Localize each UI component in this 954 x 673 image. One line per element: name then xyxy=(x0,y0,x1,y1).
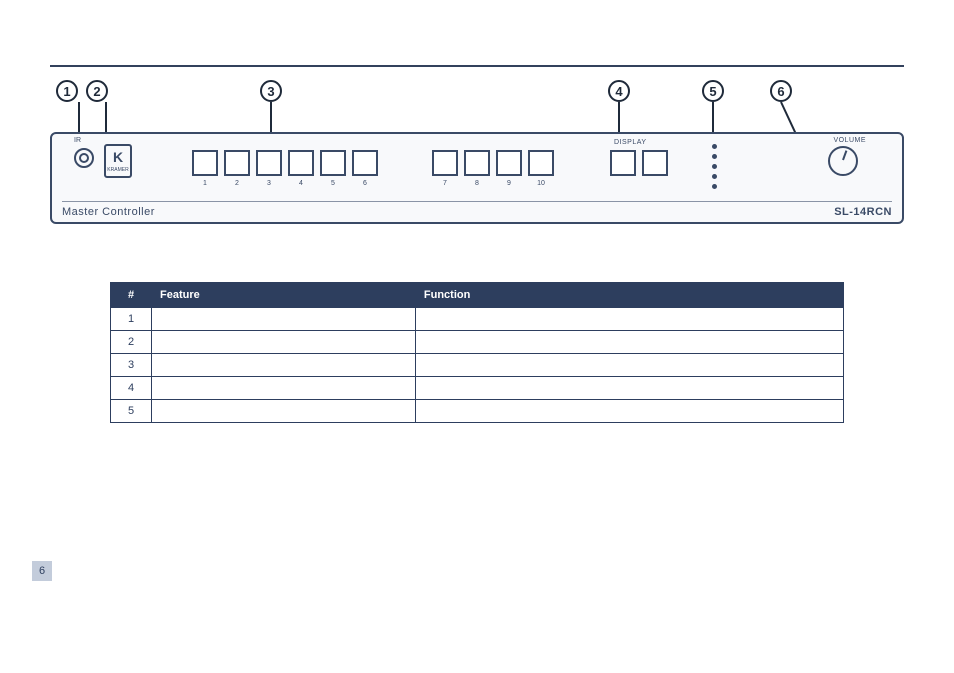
button-number: 6 xyxy=(352,180,378,187)
logo-letter: K xyxy=(113,149,123,165)
cell-function xyxy=(415,400,843,423)
panel-button[interactable] xyxy=(224,150,250,176)
panel-button[interactable] xyxy=(288,150,314,176)
table-row: 3 xyxy=(111,354,844,377)
display-button-group xyxy=(610,150,668,176)
button-number: 10 xyxy=(528,180,554,187)
callout-label: 6 xyxy=(777,84,784,99)
button-number: 5 xyxy=(320,180,346,187)
table-row: 1 xyxy=(111,308,844,331)
callout-5: 5 xyxy=(702,80,724,102)
cell-num: 1 xyxy=(111,308,152,331)
panel-button[interactable] xyxy=(496,150,522,176)
button-group-2 xyxy=(432,150,554,176)
button-number: 4 xyxy=(288,180,314,187)
led-icon xyxy=(712,154,717,159)
button-number: 2 xyxy=(224,180,250,187)
logo-sub: KRAMER xyxy=(106,168,130,173)
panel-button[interactable] xyxy=(432,150,458,176)
table-row: 2 xyxy=(111,331,844,354)
callout-label: 1 xyxy=(63,84,70,99)
volume-knob-icon[interactable] xyxy=(828,146,858,176)
ir-label: IR xyxy=(74,137,81,144)
callout-3: 3 xyxy=(260,80,282,102)
callout-1: 1 xyxy=(56,80,78,102)
callout-6: 6 xyxy=(770,80,792,102)
section-divider xyxy=(50,65,904,67)
cell-num: 4 xyxy=(111,377,152,400)
cell-num: 5 xyxy=(111,400,152,423)
volume-led-stack xyxy=(712,144,717,189)
device-panel: IR K KRAMER 1 2 3 4 5 6 xyxy=(50,132,904,224)
col-header-function: Function xyxy=(415,283,843,308)
led-icon xyxy=(712,184,717,189)
table-row: 4 xyxy=(111,377,844,400)
cell-num: 3 xyxy=(111,354,152,377)
panel-button[interactable] xyxy=(192,150,218,176)
led-icon xyxy=(712,164,717,169)
button-number: 3 xyxy=(256,180,282,187)
cell-function xyxy=(415,331,843,354)
col-header-num: # xyxy=(111,283,152,308)
cell-feature xyxy=(152,331,416,354)
feature-table: # Feature Function 1 2 3 4 xyxy=(110,282,844,423)
table-row: 5 xyxy=(111,400,844,423)
cell-feature xyxy=(152,377,416,400)
panel-rule xyxy=(62,201,892,202)
col-header-feature: Feature xyxy=(152,283,416,308)
panel-button[interactable] xyxy=(256,150,282,176)
volume-label: VOLUME xyxy=(833,137,866,144)
callout-label: 5 xyxy=(709,84,716,99)
button-number: 7 xyxy=(432,180,458,187)
panel-title-left: Master Controller xyxy=(62,206,155,218)
cell-function xyxy=(415,308,843,331)
display-button[interactable] xyxy=(610,150,636,176)
display-label: DISPLAY xyxy=(614,139,647,146)
led-icon xyxy=(712,174,717,179)
panel-button[interactable] xyxy=(352,150,378,176)
callout-label: 4 xyxy=(615,84,622,99)
panel-button[interactable] xyxy=(528,150,554,176)
panel-button[interactable] xyxy=(464,150,490,176)
button-group-1 xyxy=(192,150,378,176)
cell-function xyxy=(415,354,843,377)
cell-feature xyxy=(152,354,416,377)
button-number: 9 xyxy=(496,180,522,187)
callout-2: 2 xyxy=(86,80,108,102)
callout-4: 4 xyxy=(608,80,630,102)
page-number: 6 xyxy=(32,561,52,581)
cell-function xyxy=(415,377,843,400)
cell-num: 2 xyxy=(111,331,152,354)
panel-button[interactable] xyxy=(320,150,346,176)
callout-label: 2 xyxy=(93,84,100,99)
led-icon xyxy=(712,144,717,149)
brand-logo-icon: K KRAMER xyxy=(104,144,132,178)
panel-title-right: SL-14RCN xyxy=(834,206,892,218)
callout-label: 3 xyxy=(267,84,274,99)
button-number: 8 xyxy=(464,180,490,187)
front-panel-diagram: 1 2 3 4 5 6 IR K KRAMER xyxy=(50,77,904,257)
cell-feature xyxy=(152,400,416,423)
ir-sensor-icon xyxy=(74,148,94,168)
cell-feature xyxy=(152,308,416,331)
display-button[interactable] xyxy=(642,150,668,176)
button-number: 1 xyxy=(192,180,218,187)
